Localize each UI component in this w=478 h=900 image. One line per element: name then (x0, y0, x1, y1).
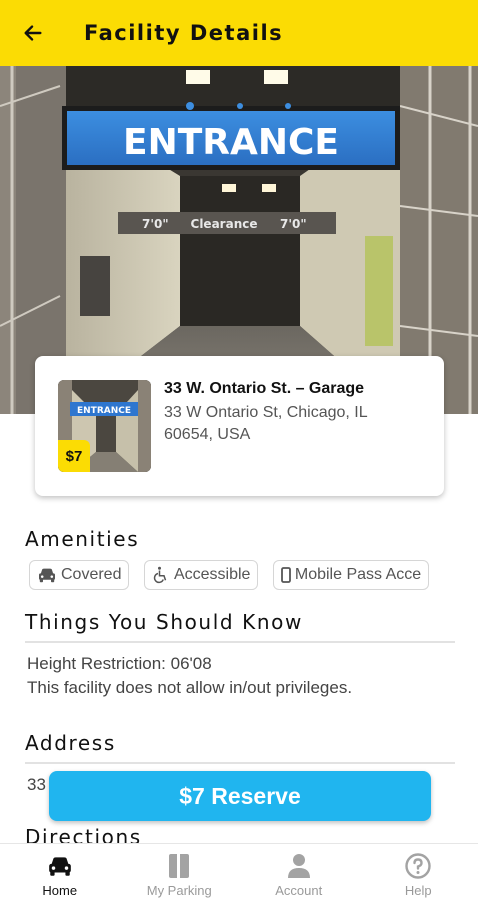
clearance-label-text: Clearance (191, 217, 258, 231)
parking-icon (169, 854, 190, 878)
page-title: Facility Details (84, 21, 284, 45)
facility-thumbnail: ENTRANCE $7 (58, 380, 151, 472)
amenities-list: Covered Accessible Mobile Pass Acce (29, 560, 457, 590)
amenity-chip-covered[interactable]: Covered (29, 560, 130, 590)
clearance-left-text: 7'0" (142, 217, 169, 231)
amenity-chip-accessible[interactable]: Accessible (143, 560, 259, 590)
clearance-right-text: 7'0" (280, 217, 307, 231)
nav-item-account[interactable]: Account (239, 844, 359, 900)
nav-item-help[interactable]: Help (359, 844, 478, 900)
section-divider (25, 641, 455, 643)
know-heading: Things You Should Know (25, 610, 303, 634)
entrance-sign-text: ENTRANCE (123, 122, 339, 163)
car-icon (39, 568, 55, 583)
nav-label-account: Account (275, 883, 323, 898)
privileges-text: This facility does not allow in/out priv… (27, 678, 353, 697)
amenity-label: Covered (61, 566, 122, 583)
nav-label-my-parking: My Parking (146, 883, 212, 898)
amenity-chip-mobile-pass[interactable]: Mobile Pass Acce (272, 560, 430, 590)
height-restriction-text: Height Restriction: 06'08 (27, 654, 212, 673)
svg-text:ENTRANCE: ENTRANCE (77, 406, 131, 416)
nav-label-help: Help (404, 883, 432, 898)
nav-item-my-parking[interactable]: My Parking (120, 844, 240, 900)
section-divider (25, 762, 455, 764)
phone-icon (280, 567, 291, 583)
wheelchair-icon (153, 566, 167, 584)
nav-item-home[interactable]: Home (0, 844, 120, 900)
person-icon (287, 854, 310, 878)
back-button[interactable] (0, 0, 66, 66)
address-text: 33 (27, 775, 46, 794)
facility-name: 33 W. Ontario St. – Garage (164, 380, 365, 397)
nav-label-home: Home (42, 883, 78, 898)
bottom-nav: Home My Parking Account Help (0, 843, 478, 900)
reserve-button[interactable]: $7 Reserve (49, 771, 431, 821)
amenity-label: Accessible (173, 566, 251, 583)
help-icon (405, 853, 431, 879)
price-badge: $7 (58, 440, 90, 472)
amenity-label: Mobile Pass Acce (294, 566, 422, 583)
address-heading: Address (25, 731, 116, 755)
facility-address: 33 W Ontario St, Chicago, IL 60654, USA (164, 404, 368, 443)
app-header: Facility Details (0, 0, 478, 66)
facility-card[interactable]: ENTRANCE $7 33 W. Ontario St. – Garage 3… (35, 356, 444, 496)
amenities-heading: Amenities (25, 527, 140, 551)
arrow-left-icon (24, 25, 42, 41)
car-icon (48, 857, 71, 876)
